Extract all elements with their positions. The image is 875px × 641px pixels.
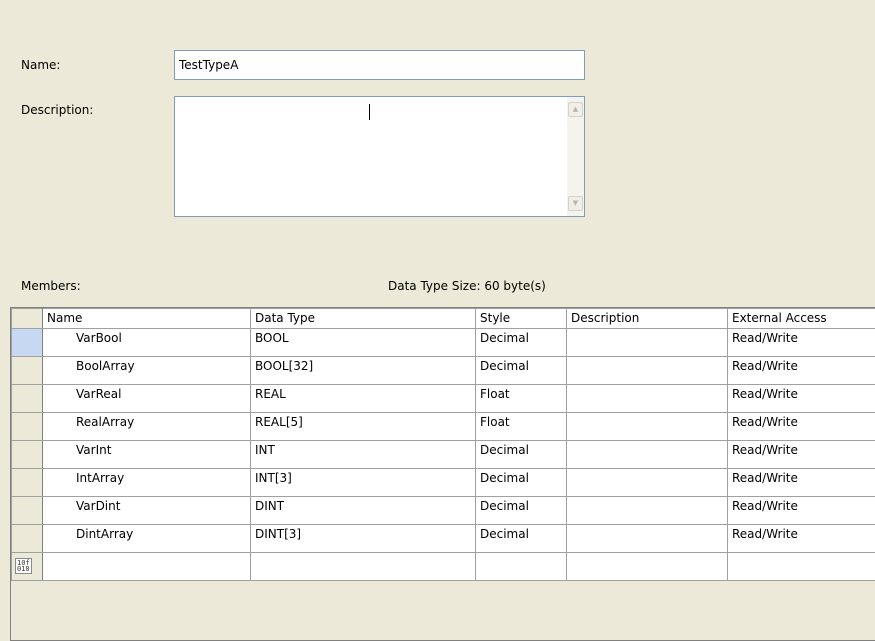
data-type-size: Data Type Size: 60 byte(s) (388, 279, 546, 293)
table-row[interactable]: BoolArray BOOL[32] Decimal Read/Write (11, 356, 875, 385)
scroll-up-icon[interactable]: ▲ (568, 102, 583, 117)
row-selector[interactable] (11, 468, 43, 497)
new-member-row[interactable]: 10f 010 (11, 552, 875, 581)
table-row[interactable]: VarBool BOOL Decimal Read/Write (11, 328, 875, 357)
member-name[interactable]: DintArray (42, 524, 251, 553)
member-name[interactable]: BoolArray (42, 356, 251, 385)
new-member-description[interactable] (566, 552, 728, 581)
member-data-type[interactable]: DINT (250, 496, 476, 525)
member-description[interactable] (566, 524, 728, 553)
member-style[interactable]: Decimal (475, 524, 567, 553)
scroll-down-icon[interactable]: ▼ (568, 196, 583, 211)
member-name[interactable]: VarBool (42, 328, 251, 357)
text-caret (369, 104, 370, 120)
row-selector[interactable] (11, 356, 43, 385)
new-row-icon: 10f 010 (15, 558, 32, 574)
member-description[interactable] (566, 328, 728, 357)
member-data-type[interactable]: INT (250, 440, 476, 469)
corner-header (11, 308, 43, 329)
member-style[interactable]: Decimal (475, 356, 567, 385)
member-style[interactable]: Float (475, 384, 567, 413)
member-external-access[interactable]: Read/Write (727, 356, 875, 385)
description-label: Description: (21, 103, 94, 117)
member-name[interactable]: RealArray (42, 412, 251, 441)
member-name[interactable]: IntArray (42, 468, 251, 497)
members-label: Members: (21, 279, 81, 293)
member-style[interactable]: Decimal (475, 468, 567, 497)
column-header-data-type[interactable]: Data Type (250, 308, 476, 329)
new-member-style[interactable] (475, 552, 567, 581)
new-member-external-access[interactable] (727, 552, 875, 581)
member-description[interactable] (566, 496, 728, 525)
member-name[interactable]: VarDint (42, 496, 251, 525)
column-header-external-access[interactable]: External Access (727, 308, 875, 329)
table-row[interactable]: DintArray DINT[3] Decimal Read/Write (11, 524, 875, 553)
table-row[interactable]: VarInt INT Decimal Read/Write (11, 440, 875, 469)
member-style[interactable]: Float (475, 412, 567, 441)
name-field[interactable]: TestTypeA (174, 50, 585, 80)
member-external-access[interactable]: Read/Write (727, 468, 875, 497)
table-row[interactable]: RealArray REAL[5] Float Read/Write (11, 412, 875, 441)
member-style[interactable]: Decimal (475, 328, 567, 357)
table-row[interactable]: VarReal REAL Float Read/Write (11, 384, 875, 413)
member-name[interactable]: VarInt (42, 440, 251, 469)
member-external-access[interactable]: Read/Write (727, 412, 875, 441)
member-data-type[interactable]: BOOL[32] (250, 356, 476, 385)
description-scrollbar[interactable]: ▲ ▼ (567, 97, 584, 216)
name-label: Name: (21, 58, 61, 72)
member-description[interactable] (566, 440, 728, 469)
member-description[interactable] (566, 468, 728, 497)
member-data-type[interactable]: DINT[3] (250, 524, 476, 553)
member-name[interactable]: VarReal (42, 384, 251, 413)
member-data-type[interactable]: BOOL (250, 328, 476, 357)
column-header-name[interactable]: Name (42, 308, 251, 329)
row-selector[interactable] (11, 412, 43, 441)
member-external-access[interactable]: Read/Write (727, 440, 875, 469)
description-field[interactable]: ▲ ▼ (174, 96, 585, 217)
member-external-access[interactable]: Read/Write (727, 496, 875, 525)
member-description[interactable] (566, 356, 728, 385)
table-row[interactable]: IntArray INT[3] Decimal Read/Write (11, 468, 875, 497)
members-grid[interactable]: Name Data Type Style Description Externa… (10, 307, 875, 641)
new-member-data-type[interactable] (250, 552, 476, 581)
member-external-access[interactable]: Read/Write (727, 524, 875, 553)
row-selector[interactable] (11, 384, 43, 413)
members-header-row: Name Data Type Style Description Externa… (11, 308, 875, 329)
row-selector[interactable] (11, 440, 43, 469)
new-member-name[interactable] (42, 552, 251, 581)
member-style[interactable]: Decimal (475, 496, 567, 525)
member-style[interactable]: Decimal (475, 440, 567, 469)
row-selector[interactable] (11, 496, 43, 525)
column-header-style[interactable]: Style (475, 308, 567, 329)
member-description[interactable] (566, 412, 728, 441)
member-description[interactable] (566, 384, 728, 413)
member-data-type[interactable]: REAL (250, 384, 476, 413)
table-row[interactable]: VarDint DINT Decimal Read/Write (11, 496, 875, 525)
member-data-type[interactable]: INT[3] (250, 468, 476, 497)
row-selector[interactable]: 10f 010 (11, 552, 43, 581)
row-selector[interactable] (11, 328, 43, 357)
column-header-description[interactable]: Description (566, 308, 728, 329)
member-external-access[interactable]: Read/Write (727, 384, 875, 413)
member-external-access[interactable]: Read/Write (727, 328, 875, 357)
row-selector[interactable] (11, 524, 43, 553)
member-data-type[interactable]: REAL[5] (250, 412, 476, 441)
